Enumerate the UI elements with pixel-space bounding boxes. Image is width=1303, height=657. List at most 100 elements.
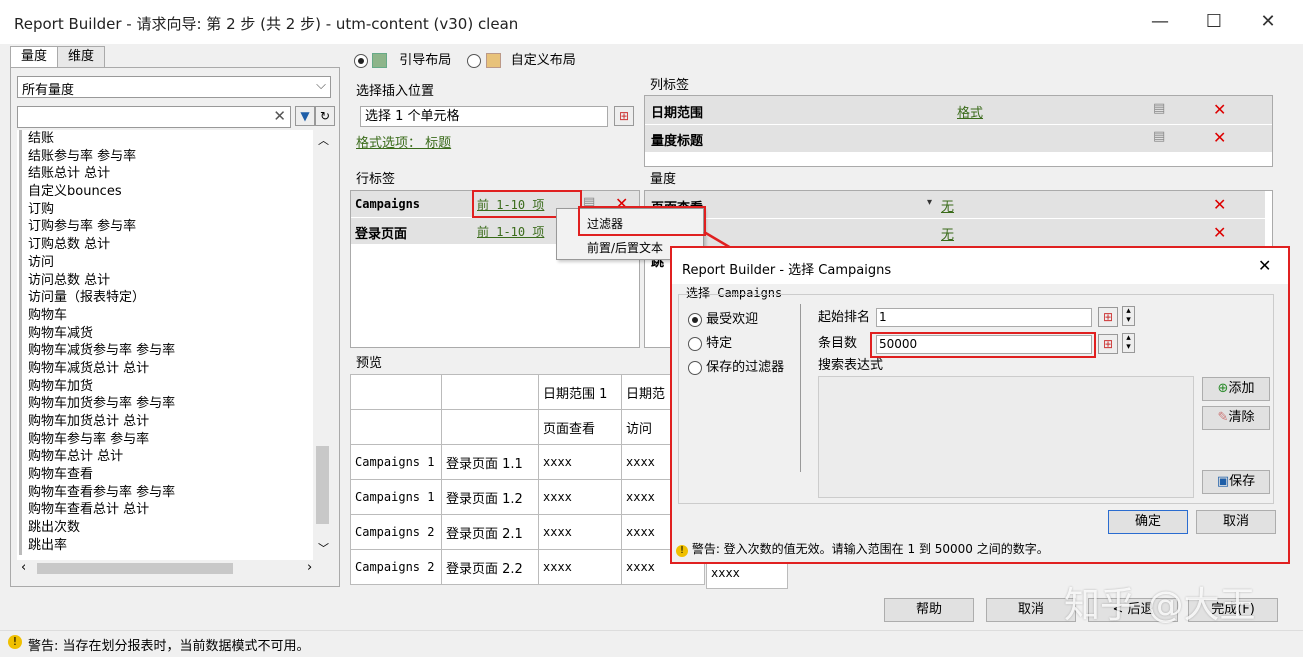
cell-picker-icon[interactable]: ⊞ (1098, 334, 1118, 354)
left-tabs: 量度 维度 (10, 46, 106, 68)
minimize-button[interactable]: — (1140, 8, 1180, 36)
list-item[interactable]: 购物车减货 (19, 324, 313, 343)
clear-icon[interactable]: ✕ (273, 107, 286, 125)
list-item[interactable]: 购物车加货 (19, 377, 313, 396)
list-item[interactable]: 访问总数 总计 (19, 271, 313, 290)
metric-row[interactable]: 页面查看 ▾ 无 ✕ (645, 191, 1265, 219)
custom-layout-radio[interactable] (467, 53, 482, 68)
save-button[interactable]: ▣保存 (1202, 470, 1270, 494)
list-item[interactable]: 购物车查看总计 总计 (19, 501, 313, 520)
list-item[interactable]: 购物车减货总计 总计 (19, 359, 313, 378)
preview-header-cell (350, 374, 442, 410)
radio-button[interactable] (688, 312, 702, 327)
option-specific[interactable]: 特定 (688, 332, 732, 351)
metric-filter-dropdown[interactable]: 所有量度 ⌵ (17, 76, 331, 98)
scroll-right-icon[interactable]: › (307, 560, 312, 575)
list-item[interactable]: 结账总计 总计 (19, 165, 313, 184)
tab-dimensions[interactable]: 维度 (57, 46, 106, 68)
metric-link[interactable]: 无 (941, 224, 954, 243)
search-input[interactable]: ✕ (17, 106, 291, 128)
remove-icon[interactable]: ✕ (1213, 195, 1226, 214)
list-item[interactable]: 购物车 (19, 306, 313, 325)
row-labels-title: 行标签 (356, 172, 396, 187)
list-item[interactable]: 购物车查看参与率 参与率 (19, 483, 313, 502)
format-options-link[interactable]: 格式选项： 标题 (356, 132, 451, 151)
dialog-close-icon[interactable]: ✕ (1258, 256, 1271, 275)
radio-button[interactable] (688, 360, 702, 375)
table-cell: xxxx (538, 549, 622, 585)
hscroll-thumb[interactable] (37, 563, 233, 574)
dialog-title: Report Builder - 选择 Campaigns (682, 263, 892, 278)
tab-metrics[interactable]: 量度 (10, 46, 59, 68)
option-saved-filter[interactable]: 保存的过滤器 (688, 356, 784, 375)
scroll-left-icon[interactable]: ‹ (21, 560, 26, 575)
list-item[interactable]: 自定义bounces (19, 183, 313, 201)
clear-button[interactable]: ✎清除 (1202, 406, 1270, 430)
list-item[interactable]: 购物车加货参与率 参与率 (19, 395, 313, 413)
format-link[interactable]: 格式 (957, 102, 983, 121)
add-button[interactable]: ⊕添加 (1202, 377, 1270, 401)
status-warning: 警告: 当存在划分报表时，当前数据模式不可用。 (28, 639, 310, 654)
list-item[interactable]: 购物车减货参与率 参与率 (19, 342, 313, 360)
cancel-button[interactable]: 取消 (986, 598, 1076, 622)
table-row: Campaigns 1 登录页面 1.2 xxxx xxxx (350, 479, 705, 515)
menu-item-prefix-suffix[interactable]: 前置/后置文本 (587, 239, 663, 256)
dialog-cancel-button[interactable]: 取消 (1196, 510, 1276, 534)
table-cell: Campaigns 1 (350, 444, 442, 480)
list-item[interactable]: 购物车查看 (19, 466, 313, 484)
list-item[interactable]: 购物车参与率 参与率 (19, 430, 313, 449)
column-label-row[interactable]: 量度标题 ▤ ✕ (645, 125, 1272, 153)
ok-button[interactable]: 确定 (1108, 510, 1188, 534)
column-label-row[interactable]: 日期范围 格式 ▤ ✕ (645, 96, 1272, 125)
list-item[interactable]: 访问 (19, 253, 313, 272)
column-labels-title: 列标签 (650, 78, 690, 93)
option-most-popular[interactable]: 最受欢迎 (688, 308, 758, 327)
select-campaigns-dialog: Report Builder - 选择 Campaigns ✕ 选择 Campa… (670, 246, 1290, 564)
search-expression-area[interactable] (818, 376, 1194, 498)
list-item[interactable]: 结账参与率 参与率 (19, 147, 313, 166)
list-item[interactable]: 结账 (19, 130, 313, 148)
cell-picker-icon[interactable]: ⊞ (1098, 307, 1118, 327)
insert-location-input[interactable]: 选择 1 个单元格 (360, 106, 608, 127)
list-item[interactable]: 购物车加货总计 总计 (19, 413, 313, 431)
metric-link[interactable]: 无 (941, 196, 954, 215)
options-icon[interactable]: ▤ (1153, 101, 1165, 116)
top-items-link[interactable]: 前 1-10 项 (477, 223, 544, 240)
vertical-scrollbar[interactable]: ︿ ﹀ (314, 130, 331, 560)
refresh-icon[interactable]: ↻ (315, 106, 335, 126)
guided-layout-radio[interactable] (354, 53, 368, 68)
list-item[interactable]: 访问量（报表特定） (19, 289, 313, 307)
plus-icon: ⊕ (1217, 381, 1229, 396)
column-labels-box: 日期范围 格式 ▤ ✕ 量度标题 ▤ ✕ (644, 95, 1273, 167)
filter-icon[interactable]: ▼ (295, 106, 315, 126)
scroll-down-icon[interactable]: ﹀ (318, 540, 329, 556)
scroll-up-icon[interactable]: ︿ (318, 132, 329, 148)
scroll-thumb[interactable] (316, 446, 329, 524)
chevron-down-icon: ⌵ (316, 78, 326, 93)
list-item[interactable]: 订购总数 总计 (19, 236, 313, 254)
start-rank-stepper[interactable]: ▴ ▾ (1122, 306, 1135, 326)
cell-picker-icon[interactable]: ⊞ (614, 106, 634, 126)
remove-icon[interactable]: ✕ (1213, 223, 1226, 242)
dialog-warning: ! 警告: 登入次数的值无效。请输入范围在 1 到 50000 之间的数字。 (676, 540, 1049, 557)
list-item[interactable]: 跳出次数 (19, 519, 313, 537)
title-bar: Report Builder - 请求向导: 第 2 步 (共 2 步) - u… (0, 0, 1303, 44)
radio-button[interactable] (688, 336, 702, 351)
table-cell: 登录页面 2.1 (441, 514, 539, 550)
close-button[interactable]: ✕ (1248, 8, 1288, 36)
table-cell: Campaigns 2 (350, 514, 442, 550)
list-item[interactable]: 跳出率 (19, 536, 313, 555)
maximize-button[interactable]: ☐ (1194, 8, 1234, 36)
list-item[interactable]: 购物车总计 总计 (19, 448, 313, 467)
start-rank-input[interactable]: 1 (876, 308, 1092, 327)
options-icon[interactable]: ▤ (1153, 129, 1165, 144)
dropdown-arrow-icon[interactable]: ▾ (927, 197, 932, 208)
list-item[interactable]: 订购 (19, 200, 313, 219)
item-count-stepper[interactable]: ▴ ▾ (1122, 333, 1135, 353)
help-button[interactable]: 帮助 (884, 598, 974, 622)
list-item[interactable]: 订购参与率 参与率 (19, 218, 313, 237)
remove-icon[interactable]: ✕ (1213, 100, 1226, 119)
horizontal-scrollbar[interactable]: ‹ › (17, 560, 329, 577)
remove-icon[interactable]: ✕ (1213, 128, 1226, 147)
dialog-title-bar: Report Builder - 选择 Campaigns ✕ (672, 248, 1288, 284)
